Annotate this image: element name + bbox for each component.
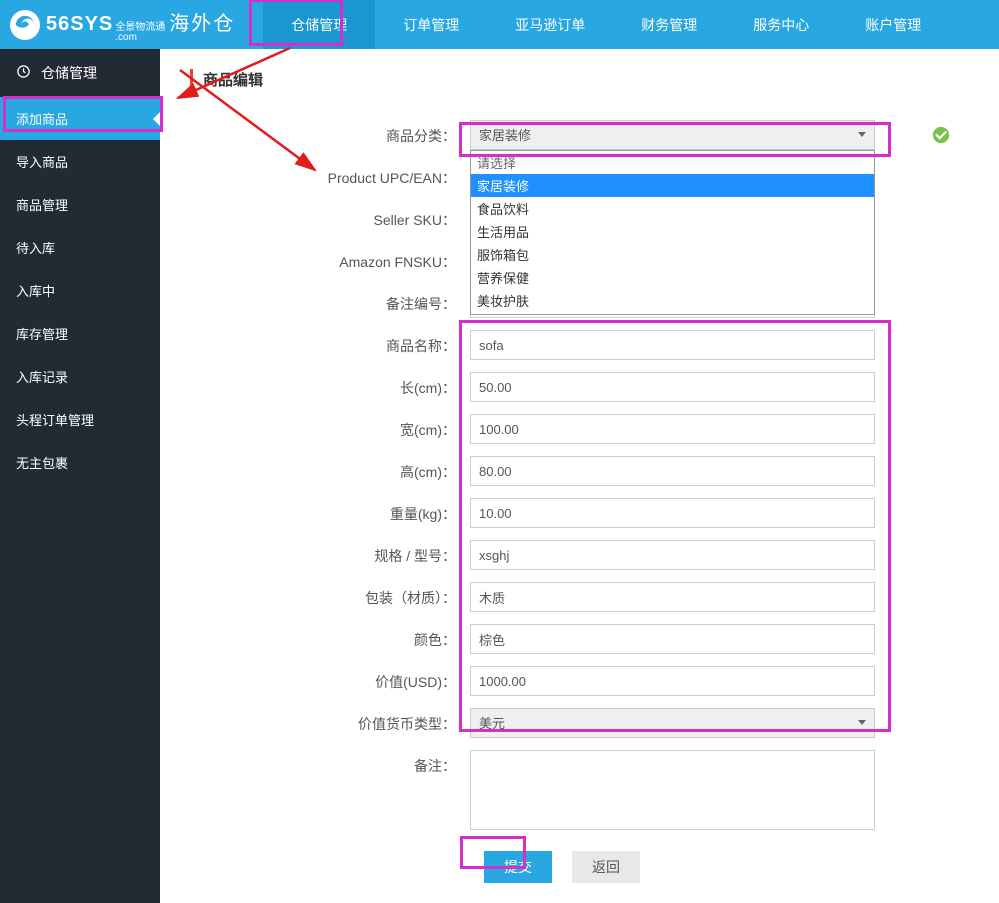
category-label: 商品分类： <box>190 120 470 146</box>
topnav-item-2[interactable]: 亚马逊订单 <box>487 0 613 49</box>
dropdown-option-placeholder[interactable]: 请选择 <box>471 151 874 174</box>
sidebar: 仓储管理 添加商品导入商品商品管理待入库入库中库存管理入库记录头程订单管理无主包… <box>0 49 160 903</box>
width-input[interactable] <box>470 414 875 444</box>
width-label: 宽(cm)： <box>190 414 470 440</box>
height-label: 高(cm)： <box>190 456 470 482</box>
name-label: 商品名称： <box>190 330 470 356</box>
logo-sub-text: 全景物流通 <box>115 23 165 33</box>
upc-label: Product UPC/EAN： <box>190 162 470 188</box>
dropdown-option-0[interactable]: 家居装修 <box>471 174 874 197</box>
content-area: 商品编辑 商品分类： 家居装修 请选择 家居装修食品饮料生活用品服饰箱包营养保健… <box>160 49 999 903</box>
dropdown-option-1[interactable]: 食品饮料 <box>471 197 874 220</box>
logo-dotcom: .com <box>115 33 165 43</box>
check-icon <box>932 126 950 144</box>
weight-label: 重量(kg)： <box>190 498 470 524</box>
spec-label: 规格 / 型号： <box>190 540 470 566</box>
remark-label: 备注： <box>190 750 470 776</box>
submit-button[interactable]: 提交 <box>484 851 552 883</box>
length-label: 长(cm)： <box>190 372 470 398</box>
height-input[interactable] <box>470 456 875 486</box>
category-select[interactable]: 家居装修 <box>470 120 875 150</box>
length-input[interactable] <box>470 372 875 402</box>
logo-icon <box>10 10 40 40</box>
sidebar-item-0[interactable]: 添加商品 <box>0 97 160 140</box>
spec-input[interactable] <box>470 540 875 570</box>
sidebar-item-2[interactable]: 商品管理 <box>0 183 160 226</box>
logo: 56SYS 全景物流通 .com 海外仓 <box>0 7 245 43</box>
remark-textarea[interactable] <box>470 750 875 830</box>
topnav-item-4[interactable]: 服务中心 <box>725 0 837 49</box>
topnav-item-5[interactable]: 账户管理 <box>837 0 949 49</box>
category-dropdown-list: 请选择 家居装修食品饮料生活用品服饰箱包营养保健美妆护肤母婴用品钟表配饰 <box>470 150 875 315</box>
package-input[interactable] <box>470 582 875 612</box>
valueusd-input[interactable] <box>470 666 875 696</box>
valueusd-label: 价值(USD)： <box>190 666 470 692</box>
logo-main-text: 56SYS <box>46 13 113 36</box>
topnav-item-0[interactable]: 仓储管理 <box>263 0 375 49</box>
color-label: 颜色： <box>190 624 470 650</box>
name-input[interactable] <box>470 330 875 360</box>
sidebar-item-3[interactable]: 待入库 <box>0 226 160 269</box>
sidebar-item-4[interactable]: 入库中 <box>0 269 160 312</box>
dropdown-option-2[interactable]: 生活用品 <box>471 220 874 243</box>
clock-icon <box>16 64 31 82</box>
color-input[interactable] <box>470 624 875 654</box>
sidebar-header: 仓储管理 <box>0 49 160 97</box>
top-navigation: 56SYS 全景物流通 .com 海外仓 仓储管理订单管理亚马逊订单财务管理服务… <box>0 0 999 49</box>
sidebar-item-7[interactable]: 头程订单管理 <box>0 398 160 441</box>
dropdown-option-5[interactable]: 美妆护肤 <box>471 289 874 312</box>
sidebar-header-label: 仓储管理 <box>41 63 97 83</box>
dropdown-option-6[interactable]: 母婴用品 <box>471 312 874 315</box>
sku-label: Seller SKU： <box>190 204 470 230</box>
topnav-item-1[interactable]: 订单管理 <box>375 0 487 49</box>
logo-cn-text: 海外仓 <box>169 7 235 36</box>
sidebar-item-6[interactable]: 入库记录 <box>0 355 160 398</box>
sidebar-item-8[interactable]: 无主包裹 <box>0 441 160 484</box>
package-label: 包装（材质）： <box>190 582 470 608</box>
dropdown-option-3[interactable]: 服饰箱包 <box>471 243 874 266</box>
currency-label: 价值货币类型： <box>190 708 470 734</box>
back-button[interactable]: 返回 <box>572 851 640 883</box>
remarkno-label: 备注编号： <box>190 288 470 314</box>
fnsku-label: Amazon FNSKU： <box>190 246 470 272</box>
dropdown-option-4[interactable]: 营养保健 <box>471 266 874 289</box>
sidebar-item-1[interactable]: 导入商品 <box>0 140 160 183</box>
weight-input[interactable] <box>470 498 875 528</box>
sidebar-item-5[interactable]: 库存管理 <box>0 312 160 355</box>
page-title: 商品编辑 <box>190 69 969 90</box>
currency-select[interactable]: 美元 <box>470 708 875 738</box>
topnav-item-3[interactable]: 财务管理 <box>613 0 725 49</box>
